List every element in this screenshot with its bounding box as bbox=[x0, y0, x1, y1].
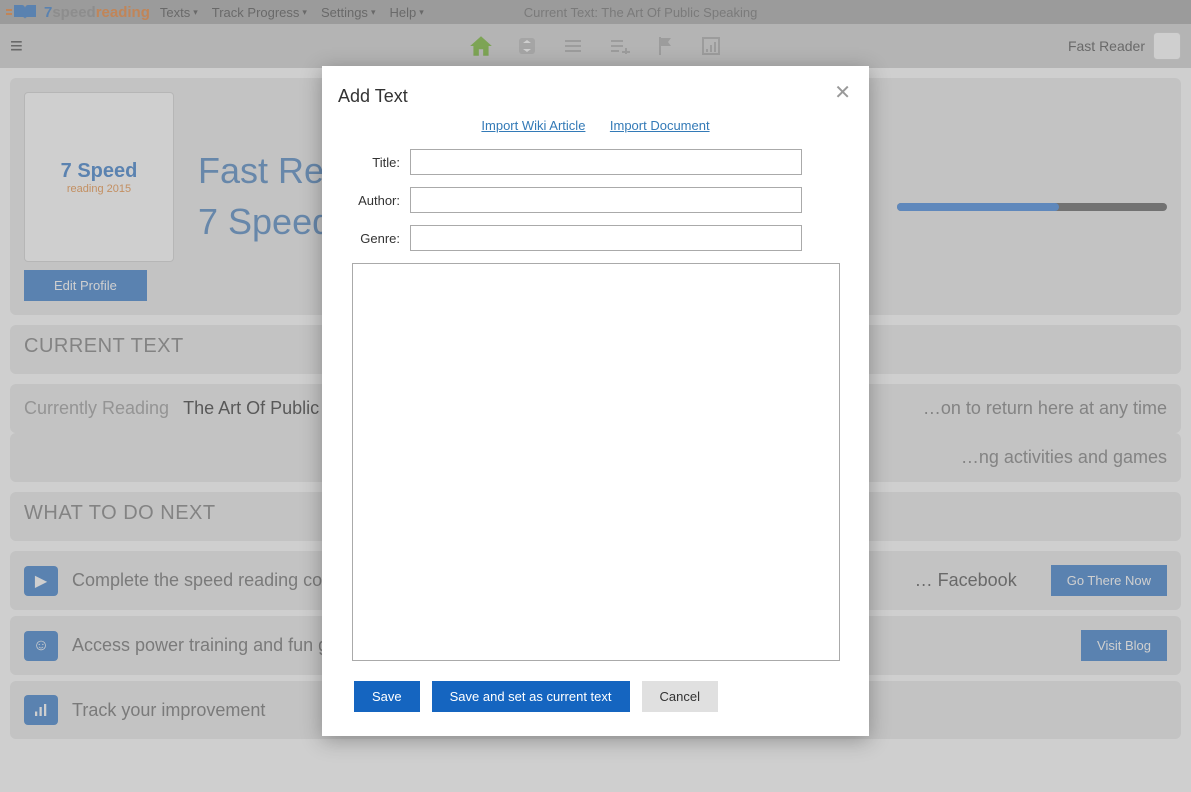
close-icon[interactable]: ✕ bbox=[834, 80, 851, 105]
title-input[interactable] bbox=[410, 149, 802, 175]
import-links: Import Wiki Article Import Document bbox=[338, 117, 853, 135]
genre-input[interactable] bbox=[410, 225, 802, 251]
import-document-link[interactable]: Import Document bbox=[610, 118, 710, 133]
modal-title: Add Text bbox=[338, 86, 853, 107]
cancel-button[interactable]: Cancel bbox=[642, 681, 718, 712]
genre-label: Genre: bbox=[338, 231, 400, 246]
import-wiki-link[interactable]: Import Wiki Article bbox=[481, 118, 585, 133]
save-button[interactable]: Save bbox=[354, 681, 420, 712]
modal-actions: Save Save and set as current text Cancel bbox=[354, 681, 853, 712]
title-label: Title: bbox=[338, 155, 400, 170]
text-body-input[interactable] bbox=[352, 263, 840, 661]
author-label: Author: bbox=[338, 193, 400, 208]
save-set-current-button[interactable]: Save and set as current text bbox=[432, 681, 630, 712]
add-text-modal: ✕ Add Text Import Wiki Article Import Do… bbox=[322, 66, 869, 736]
author-input[interactable] bbox=[410, 187, 802, 213]
